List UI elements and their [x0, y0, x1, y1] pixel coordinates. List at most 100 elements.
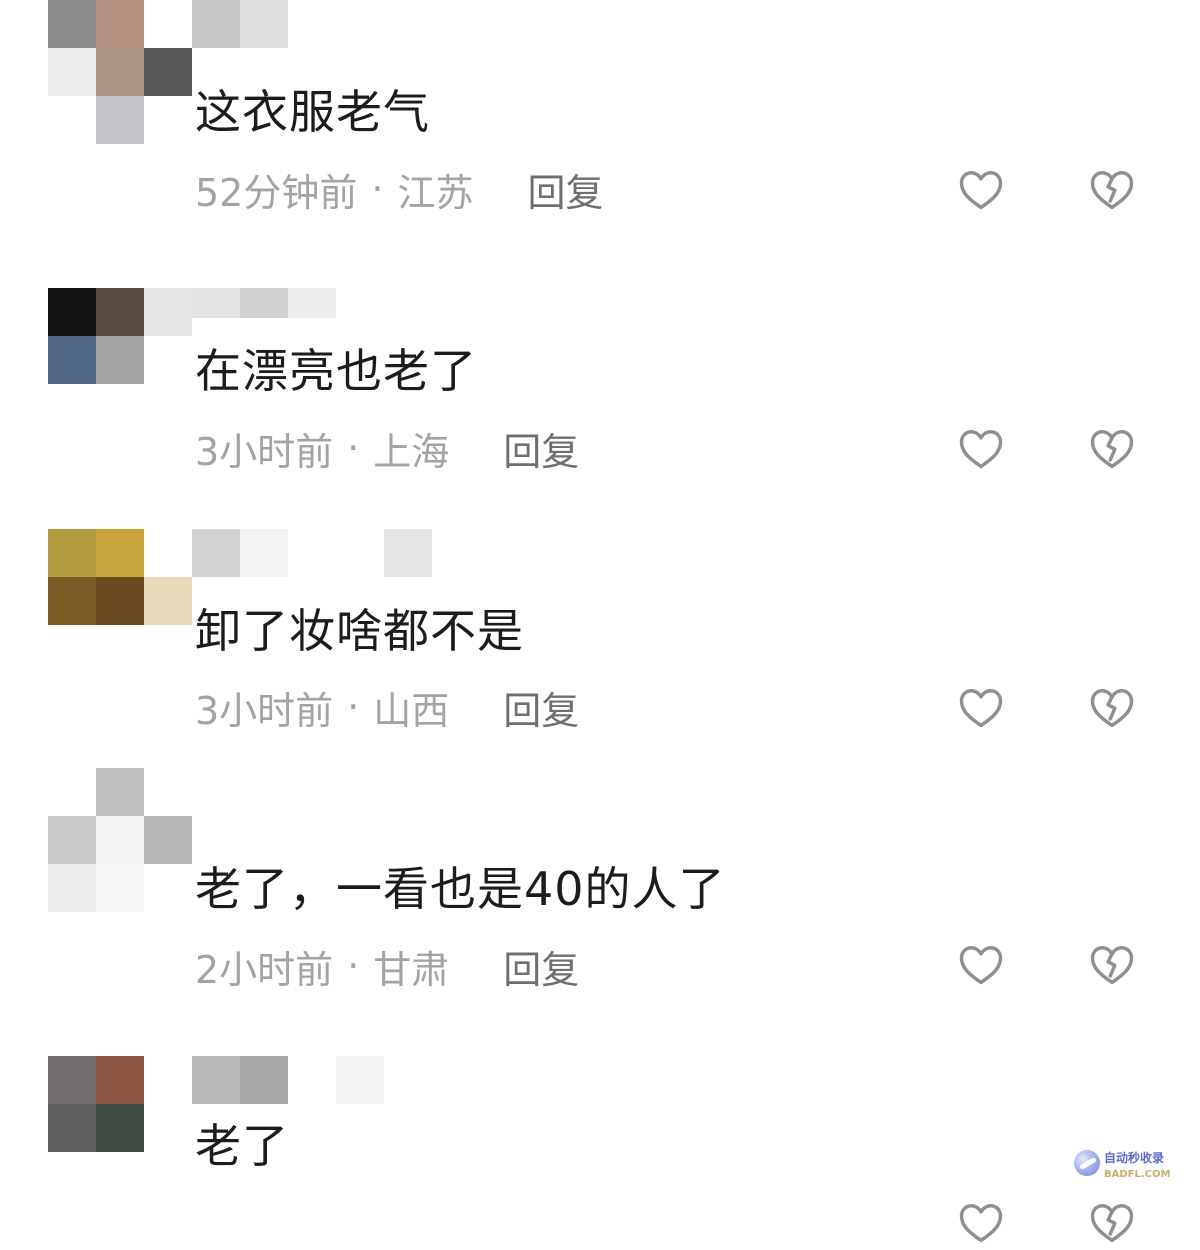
username-mosaic-tile — [384, 288, 432, 318]
avatar-mosaic-tile — [96, 1152, 144, 1200]
username-mosaic-tile — [288, 288, 336, 318]
username-mosaic-tile — [192, 288, 240, 318]
avatar-mosaic-tile — [96, 816, 144, 864]
meta-separator: · — [347, 944, 360, 988]
like-button[interactable] — [953, 420, 1009, 476]
username-blurred[interactable] — [192, 1056, 440, 1104]
comment-item: 卸了妆啥都不是 3小时前 · 山西 回复 — [0, 529, 1200, 789]
heart-outline-icon — [959, 946, 1003, 985]
avatar-mosaic-tile — [48, 625, 96, 673]
avatar-mosaic-tile — [48, 864, 96, 912]
avatar-mosaic-tile — [48, 816, 96, 864]
comment-time: 52分钟前 — [195, 170, 358, 215]
dislike-button[interactable] — [1084, 1194, 1140, 1250]
avatar-mosaic-tile — [144, 384, 192, 432]
comment-item: 老了 — [0, 1056, 1200, 1243]
broken-heart-icon — [1090, 946, 1134, 985]
username-mosaic-tile — [336, 0, 384, 48]
avatar-mosaic-tile — [144, 48, 192, 96]
avatar-mosaic-tile — [96, 864, 144, 912]
avatar-mosaic-tile — [96, 0, 144, 48]
comment-time: 3小时前 — [195, 429, 334, 474]
comment-time: 3小时前 — [195, 688, 334, 733]
avatar-mosaic-tile — [144, 1056, 192, 1104]
like-button[interactable] — [953, 936, 1009, 992]
avatar-mosaic-tile — [96, 1056, 144, 1104]
username-mosaic-tile — [336, 529, 384, 577]
username-mosaic-tile — [240, 529, 288, 577]
username-mosaic-tile — [288, 1056, 336, 1104]
meta-separator: · — [347, 685, 360, 729]
heart-outline-icon — [959, 430, 1003, 469]
username-mosaic-tile — [336, 1056, 384, 1104]
avatar-mosaic-tile — [48, 529, 96, 577]
like-button[interactable] — [953, 161, 1009, 217]
avatar-mosaic-tile — [144, 864, 192, 912]
like-button[interactable] — [953, 1194, 1009, 1250]
avatar[interactable] — [48, 288, 192, 432]
username-mosaic-tile — [384, 768, 432, 816]
watermark-text: 自动秒收录 BADFL.COM — [1104, 1150, 1171, 1180]
comment-location: 上海 — [373, 429, 450, 474]
username-mosaic-tile — [192, 529, 240, 577]
watermark-line-1: 自动秒收录 — [1104, 1150, 1164, 1165]
heart-outline-icon — [959, 171, 1003, 210]
comment-location: 山西 — [373, 688, 450, 733]
username-mosaic-tile — [240, 1056, 288, 1104]
dislike-button[interactable] — [1084, 936, 1140, 992]
username-mosaic-tile — [384, 0, 432, 48]
username-blurred[interactable] — [192, 0, 440, 48]
reply-button[interactable]: 回复 — [527, 162, 603, 217]
reply-button[interactable]: 回复 — [503, 421, 579, 476]
comment-location: 江苏 — [397, 170, 474, 215]
username-mosaic-tile — [384, 1056, 432, 1104]
avatar-mosaic-tile — [144, 0, 192, 48]
comment-text: 卸了妆啥都不是 — [195, 604, 524, 658]
avatar-mosaic-tile — [144, 577, 192, 625]
avatar-mosaic-tile — [48, 48, 96, 96]
avatar-mosaic-tile — [96, 288, 144, 336]
avatar-mosaic-tile — [96, 625, 144, 673]
comment-meta: 3小时前 · 上海 回复 — [195, 421, 579, 476]
username-blurred[interactable] — [192, 529, 440, 577]
avatar-mosaic-tile — [144, 336, 192, 384]
username-mosaic-tile — [336, 288, 384, 318]
username-mosaic-tile — [192, 0, 240, 48]
reply-button[interactable]: 回复 — [503, 939, 579, 994]
username-blurred[interactable] — [192, 288, 440, 318]
avatar-mosaic-tile — [144, 288, 192, 336]
avatar-mosaic-tile — [144, 625, 192, 673]
username-mosaic-tile — [240, 288, 288, 318]
like-button[interactable] — [953, 679, 1009, 735]
username-mosaic-tile — [240, 0, 288, 48]
username-mosaic-tile — [192, 1056, 240, 1104]
comment-item: 这衣服老气 52分钟前 · 江苏 回复 — [0, 0, 1200, 260]
username-blurred[interactable] — [192, 768, 440, 816]
reply-button[interactable]: 回复 — [503, 680, 579, 735]
comment-meta: 52分钟前 · 江苏 回复 — [195, 162, 603, 217]
comment-location: 甘肃 — [373, 947, 450, 992]
comment-meta: 3小时前 · 山西 回复 — [195, 680, 579, 735]
avatar-mosaic-tile — [48, 768, 96, 816]
avatar[interactable] — [48, 529, 192, 673]
avatar-mosaic-tile — [48, 384, 96, 432]
avatar[interactable] — [48, 1056, 192, 1200]
avatar-mosaic-tile — [144, 768, 192, 816]
avatar-mosaic-tile — [48, 96, 96, 144]
comment-text: 在漂亮也老了 — [195, 344, 477, 398]
username-mosaic-tile — [288, 0, 336, 48]
avatar-mosaic-tile — [48, 288, 96, 336]
avatar[interactable] — [48, 768, 192, 912]
broken-heart-icon — [1090, 689, 1134, 728]
avatar-mosaic-tile — [96, 768, 144, 816]
comment-meta: 2小时前 · 甘肃 回复 — [195, 939, 579, 994]
avatar-mosaic-tile — [144, 529, 192, 577]
dislike-button[interactable] — [1084, 679, 1140, 735]
dislike-button[interactable] — [1084, 420, 1140, 476]
watermark-line-2: BADFL.COM — [1104, 1169, 1171, 1180]
dislike-button[interactable] — [1084, 161, 1140, 217]
avatar[interactable] — [48, 0, 192, 144]
comment-text: 这衣服老气 — [195, 85, 430, 139]
avatar-mosaic-tile — [144, 96, 192, 144]
avatar-mosaic-tile — [96, 48, 144, 96]
